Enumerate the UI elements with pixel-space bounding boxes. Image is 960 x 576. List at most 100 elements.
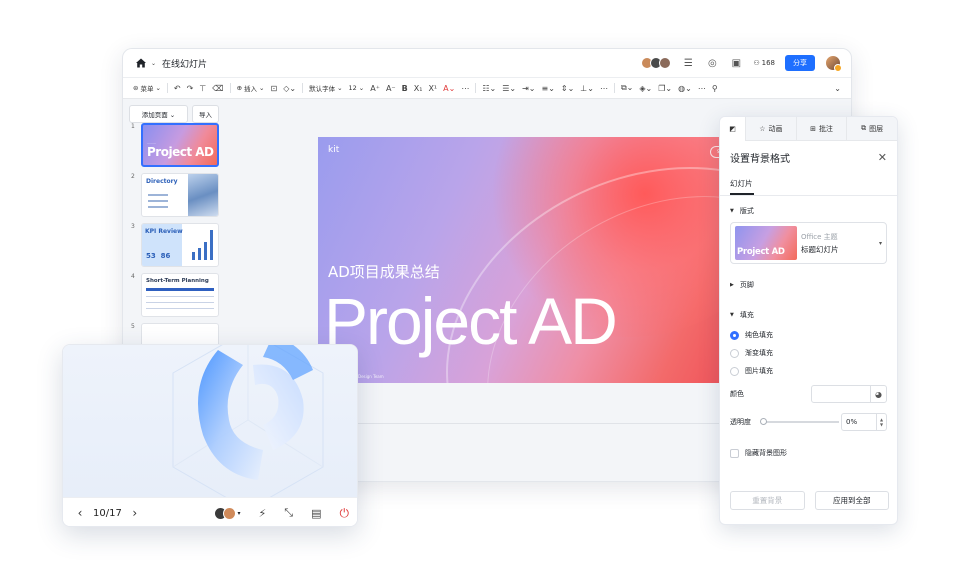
thumbnail-bar [204, 242, 207, 260]
tab-layers[interactable]: ⧉ 图层 [847, 117, 897, 141]
notes-icon[interactable]: ▤ [311, 507, 321, 520]
arrange-icon[interactable]: ⧉⌄ [621, 83, 633, 93]
doc-title[interactable]: 在线幻灯片 [162, 57, 207, 70]
slide-number: 2 [131, 173, 135, 180]
slide-title[interactable]: Project AD [324, 283, 618, 359]
redo-icon[interactable]: ↷ [187, 84, 194, 93]
online-count[interactable]: ⚇ 168 [753, 59, 775, 67]
prev-slide-icon[interactable]: ‹ [73, 506, 87, 520]
radio-button[interactable] [730, 330, 739, 340]
section-fill[interactable]: ▼ 填充 [720, 304, 897, 326]
font-family-select[interactable]: 默认字体 ⌄ [309, 83, 342, 93]
line-spacing-icon[interactable]: ⇕⌄ [561, 84, 574, 93]
slide-thumbnail-4[interactable]: Short-Term Planning [141, 273, 219, 317]
reset-background-button[interactable]: 重置背景 [730, 491, 805, 510]
shape-style-icon[interactable]: ◈⌄ [639, 84, 652, 93]
laser-pointer-icon[interactable]: ⚡ [259, 507, 267, 520]
avatar[interactable] [825, 55, 842, 72]
side-tabs: ◩ ☆ 动画 ⊞ 批注 ⧉ 图层 [720, 117, 897, 141]
bullet-list-icon[interactable]: ☷⌄ [482, 84, 496, 93]
fill-option-picture[interactable]: 图片填充 [720, 362, 897, 380]
radio-button[interactable] [730, 366, 739, 376]
layout-select[interactable]: Project AD Office 主题 标题幻灯片 ▾ [730, 222, 887, 264]
share-button[interactable]: 分享 [785, 55, 815, 71]
font-shrink-icon[interactable]: A⁻ [386, 84, 396, 93]
indent-icon[interactable]: ⇥⌄ [522, 84, 535, 93]
power-icon[interactable]: ⏻ [340, 506, 350, 521]
slider-handle[interactable] [760, 418, 767, 425]
format-painter-icon[interactable]: ⊤ [199, 84, 206, 93]
copy-style-icon[interactable]: ❐⌄ [658, 84, 672, 93]
font-color-icon[interactable]: A⌄ [443, 84, 455, 93]
fill-option-solid[interactable]: 纯色填充 [720, 326, 897, 344]
slide-thumbnail-1[interactable]: ——— Project AD [141, 123, 219, 167]
apply-all-button[interactable]: 应用到全部 [814, 491, 889, 510]
next-slide-icon[interactable]: › [128, 506, 142, 520]
presenter-avatars[interactable]: ▾ [213, 506, 241, 520]
tab-animation[interactable]: ☆ 动画 [746, 117, 797, 141]
more-icon[interactable]: ⋯ [600, 84, 608, 93]
textbox-icon[interactable]: ⊡ [271, 84, 278, 93]
undo-icon[interactable]: ↶ [174, 84, 181, 93]
import-button[interactable]: 导入 [192, 105, 219, 123]
section-layout[interactable]: ▼ 版式 [720, 200, 897, 222]
menu-lines-icon[interactable]: ☰ [681, 56, 695, 70]
font-grow-icon[interactable]: A⁺ [370, 84, 380, 93]
thumbnail-line [148, 206, 168, 208]
opacity-row: 透明度 0% ▲ ▼ [720, 408, 897, 436]
slide-thumbnail-2[interactable]: Directory [141, 173, 219, 217]
thumbnail-bar [210, 230, 213, 260]
close-icon[interactable]: ✕ [878, 151, 887, 164]
thumbnail-title: Project AD [147, 145, 214, 159]
chevron-down-icon[interactable]: ⌄ [834, 84, 841, 93]
layers-icon: ⧉ [861, 124, 867, 132]
shape-icon[interactable]: ◇⌄ [283, 84, 296, 93]
more-icon[interactable]: ⋯ [698, 84, 706, 93]
vertical-align-icon[interactable]: ⊥⌄ [580, 84, 594, 93]
tab-format[interactable]: ◩ [720, 117, 746, 141]
opacity-slider[interactable] [760, 418, 839, 425]
palette-icon[interactable]: ◕ [870, 386, 886, 402]
color-picker[interactable]: ◕ [811, 385, 887, 403]
insert-button[interactable]: ⊕ 插入 ⌄ [237, 83, 265, 93]
menu-button[interactable]: ⊜ 菜单 ⌄ [133, 83, 161, 93]
slide-brand[interactable]: kit [328, 145, 339, 155]
tab-comments[interactable]: ⊞ 批注 [797, 117, 848, 141]
eraser-icon[interactable]: ⌫ [212, 84, 223, 93]
align-icon[interactable]: ≡⌄ [541, 84, 554, 93]
radio-button[interactable] [730, 348, 739, 358]
chevron-down-icon: ⌄ [155, 84, 161, 92]
home-icon[interactable] [133, 55, 149, 71]
slide-thumbnail-3[interactable]: KPI Review 53 86 [141, 223, 219, 267]
thumbnail-line [146, 296, 214, 297]
divider [229, 83, 231, 93]
subscript-icon[interactable]: X₁ [414, 84, 423, 93]
search-icon[interactable]: ⚲ [712, 84, 718, 93]
present-icon[interactable]: ▣ [729, 56, 743, 70]
add-page-button[interactable]: 添加页面 ⌄ [129, 105, 188, 123]
stepper-icon[interactable]: ▲ ▼ [876, 414, 886, 430]
fill-icon[interactable]: ◍⌄ [678, 84, 692, 93]
more-icon[interactable]: ⋯ [461, 84, 469, 93]
hide-bg-checkbox[interactable] [730, 448, 739, 458]
fill-option-gradient[interactable]: 渐变填充 [720, 344, 897, 362]
thumbnail-image [188, 174, 218, 216]
collaborator-avatars[interactable] [641, 57, 672, 69]
thumbnail-title: KPI Review [145, 228, 183, 235]
tab-slide[interactable]: 幻灯片 [720, 173, 897, 195]
slide-canvas[interactable]: kit Subtitle AD项目成果总结 Project AD Design … [318, 137, 740, 383]
bold-icon[interactable]: B [402, 84, 408, 93]
section-footer[interactable]: ▶ 页脚 [720, 274, 897, 296]
chevron-down-icon[interactable]: ⌄ [151, 60, 156, 67]
slide-footer[interactable]: Design Team [358, 374, 384, 379]
exit-fullscreen-icon[interactable]: ⤡ [284, 506, 293, 520]
font-size-select[interactable]: 12 ⌄ [349, 84, 365, 92]
caret-down-icon: ▼ [730, 208, 734, 214]
superscript-icon[interactable]: X¹ [428, 84, 437, 93]
opacity-input[interactable]: 0% ▲ ▼ [841, 413, 887, 431]
numbered-list-icon[interactable]: ☰⌄ [502, 84, 516, 93]
hide-bg-row[interactable]: 隐藏背景图形 [720, 442, 897, 464]
history-icon[interactable]: ◎ [705, 56, 719, 70]
thumbnail-bar [192, 252, 195, 260]
slide-subtitle[interactable]: AD项目成果总结 [328, 261, 440, 282]
